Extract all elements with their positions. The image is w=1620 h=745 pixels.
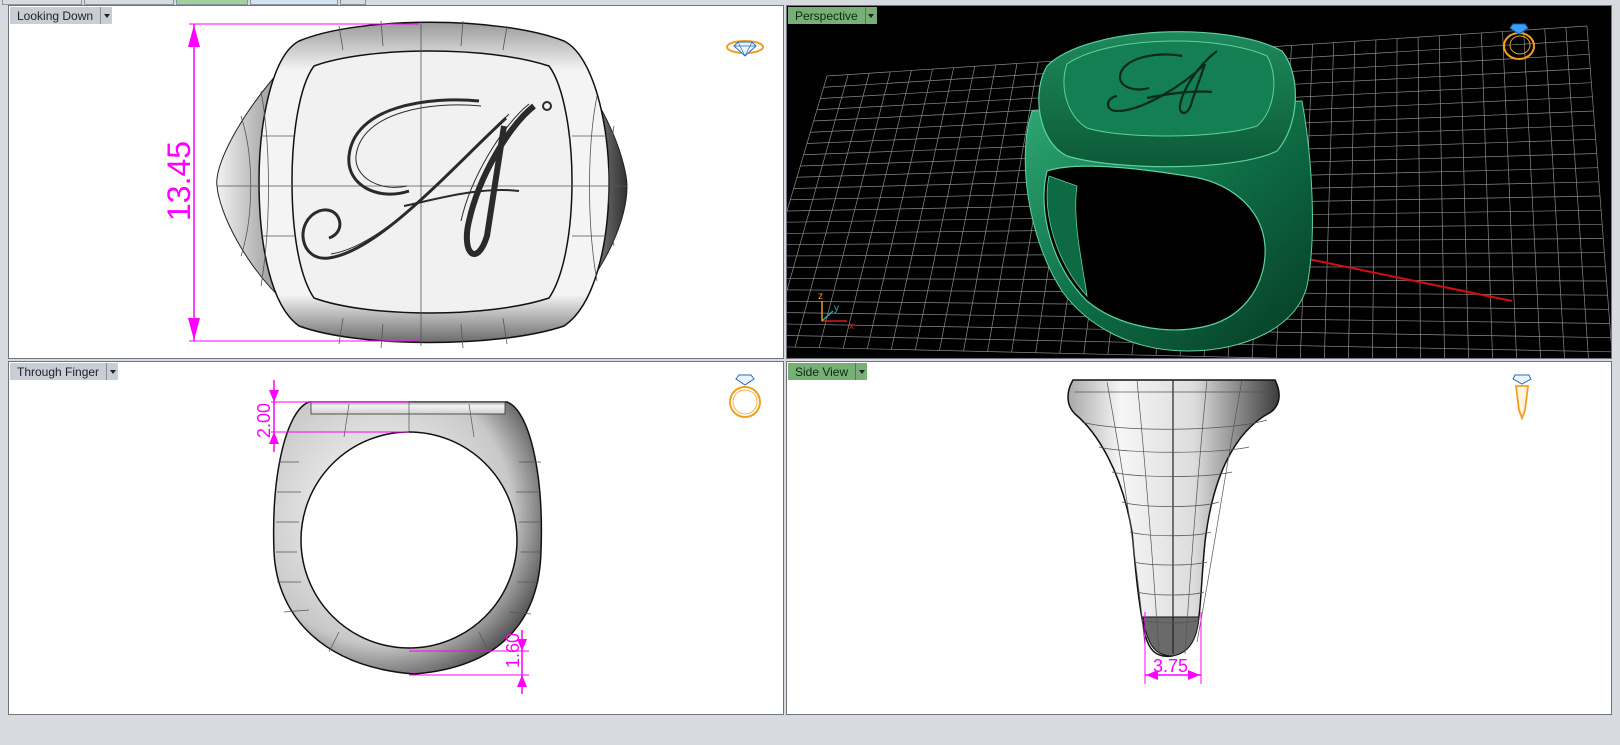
dimension-width-value: 3.75 [1153, 656, 1188, 676]
viewport-perspective[interactable]: Perspective x y z [786, 5, 1612, 359]
viewport-label-perspective[interactable]: Perspective [788, 7, 877, 24]
grid-line [1372, 39, 1377, 358]
side-view-canvas: 3.75 [1067, 379, 1280, 684]
viewport-through-finger[interactable]: Through Finger 2.00 1.60 [8, 361, 784, 715]
viewport-side-view[interactable]: Side View 3.75 [786, 361, 1612, 715]
grid-line [1502, 31, 1517, 358]
grid-line [1396, 38, 1398, 358]
viewport-title: Looking Down [10, 7, 101, 24]
dimension-height-value: 13.45 [161, 141, 197, 221]
grid-line [1348, 41, 1356, 358]
viewport-title: Through Finger [10, 363, 107, 380]
viewport-label-side-view[interactable]: Side View [788, 363, 868, 380]
signet-face [291, 50, 573, 314]
axis-y-label: y [834, 303, 839, 314]
axis-x-label: x [849, 321, 854, 332]
axis-z-label: z [818, 291, 823, 302]
viewport-menu-dropdown[interactable] [864, 7, 877, 24]
grid-line [1459, 34, 1469, 358]
grid-line [1481, 32, 1493, 358]
chevron-down-icon [109, 369, 116, 374]
grid-line [1438, 35, 1445, 358]
finger-hole [300, 431, 518, 649]
grid-line [1417, 37, 1421, 358]
dimension-top-value: 2.00 [254, 403, 274, 438]
viewport-label-looking-down[interactable]: Looking Down [10, 7, 113, 24]
axis-gizmo: x y z [818, 291, 854, 332]
chevron-down-icon [103, 13, 110, 18]
through-finger-canvas: 2.00 1.60 [254, 380, 543, 694]
viewport-label-through-finger[interactable]: Through Finger [10, 363, 119, 380]
viewport-title: Side View [788, 363, 856, 380]
viewport-looking-down[interactable]: Looking Down 13.45 [8, 5, 784, 359]
viewport-menu-dropdown[interactable] [855, 363, 868, 380]
dimension-bottom-value: 1.60 [503, 633, 523, 668]
perspective-canvas: x y z [787, 25, 1611, 358]
grid-line [1523, 30, 1541, 358]
viewport-menu-dropdown[interactable] [100, 7, 113, 24]
signet-top-bar [310, 401, 506, 415]
looking-down-canvas: 13.45 [161, 20, 628, 349]
viewport-title: Perspective [788, 7, 865, 24]
viewport-menu-dropdown[interactable] [106, 363, 119, 380]
chevron-down-icon [858, 369, 865, 374]
grid-line [1544, 28, 1565, 358]
chevron-down-icon [868, 13, 875, 18]
